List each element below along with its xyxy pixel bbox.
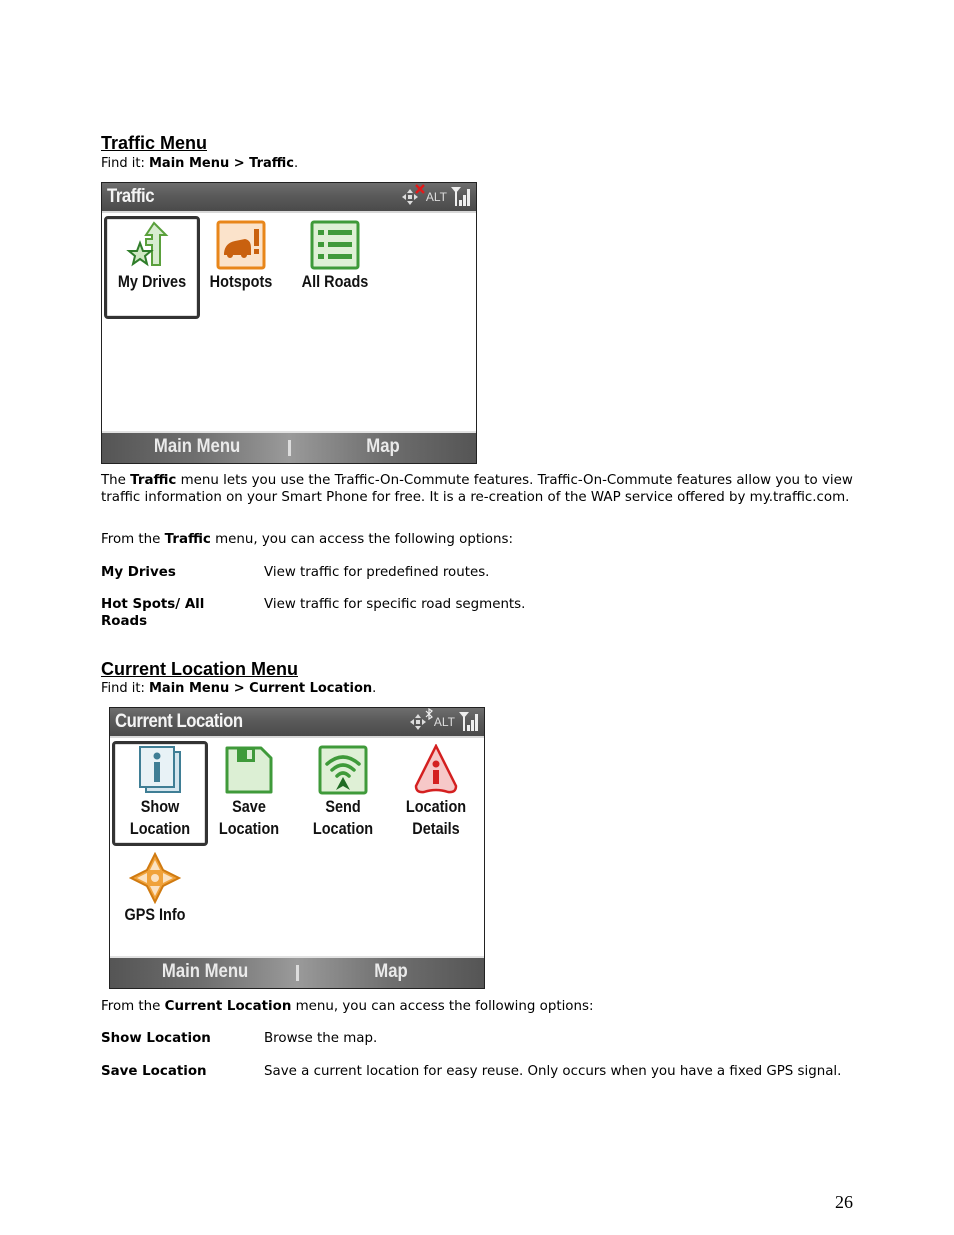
label-line: Location <box>405 797 467 816</box>
tile-location-details[interactable]: Location Details <box>391 743 481 840</box>
traffic-screenshot: Traffic ALT My Drives Hotspots All Roads… <box>101 182 477 464</box>
find-it-suffix: . <box>293 156 299 171</box>
option-description: Browse the map. <box>264 1031 378 1046</box>
text-run-bold: Current Location <box>164 999 292 1014</box>
text-run-bold: Traffic <box>130 473 177 488</box>
location-options-intro: From the Current Location menu, you can … <box>101 998 857 1015</box>
no-gps-x-icon <box>415 184 425 194</box>
move-icon <box>401 184 425 206</box>
save-location-icon <box>223 744 275 796</box>
tile-label: Show Location <box>122 796 199 840</box>
status-bar: ALT <box>401 184 472 210</box>
traffic-find-it: Find it: Main Menu > Traffic. <box>101 156 298 171</box>
tile-hotspots[interactable]: Hotspots <box>196 219 286 293</box>
all-roads-icon <box>309 219 361 271</box>
tile-label: Save Location <box>211 796 288 840</box>
traffic-menu-heading: Traffic Menu <box>101 133 208 153</box>
page-number: 26 <box>835 1192 853 1212</box>
label-line: Location <box>218 819 280 838</box>
hotspots-icon <box>215 219 267 271</box>
signal-icon <box>458 710 480 735</box>
softkey-divider <box>288 440 291 456</box>
tile-my-drives[interactable]: My Drives <box>104 216 200 319</box>
location-details-icon <box>410 743 462 796</box>
text-run: menu, you can access the following optio… <box>291 999 594 1014</box>
softkey-divider <box>296 965 299 981</box>
current-location-screenshot: Current Location ALT Show Location Save Lo… <box>109 707 485 989</box>
tile-send-location[interactable]: Send Location <box>298 744 388 840</box>
text-run: From the <box>101 532 165 547</box>
find-it-suffix: . <box>372 681 377 696</box>
text-run: menu, you can access the following optio… <box>210 532 513 547</box>
option-description: View traffic for specific road segments. <box>264 597 526 612</box>
alt-indicator: ALT <box>425 190 447 204</box>
label-line: Location <box>312 819 374 838</box>
tile-gps-info[interactable]: GPS Info <box>110 851 200 926</box>
text-run: The <box>101 473 131 488</box>
tile-all-roads[interactable]: All Roads <box>290 219 380 293</box>
softkey-main-menu[interactable]: Main Menu <box>154 436 240 458</box>
move-icon <box>409 708 433 731</box>
tile-save-location[interactable]: Save Location <box>204 744 294 840</box>
send-location-icon <box>317 744 369 796</box>
tile-label: All Roads <box>301 272 369 291</box>
screen-title: Traffic <box>107 186 155 207</box>
softkey-map[interactable]: Map <box>366 436 399 458</box>
softkey-main-menu[interactable]: Main Menu <box>162 961 248 983</box>
my-drives-icon <box>126 219 178 271</box>
option-label: Hot Spots/ All Roads <box>101 597 205 629</box>
title-bar: Current Location ALT <box>110 708 484 738</box>
text-run: menu lets you use the Traffic-On-Commute… <box>101 473 853 505</box>
option-label: Show Location <box>101 1031 211 1046</box>
tile-label: Location Details <box>398 796 475 840</box>
find-it-prefix: Find it: <box>101 156 149 171</box>
softkey-bar: Main Menu Map <box>102 431 476 463</box>
find-it-path: Main Menu > Current Location <box>149 681 373 696</box>
tile-show-location[interactable]: Show Location <box>112 741 208 846</box>
title-bar: Traffic ALT <box>102 183 476 213</box>
option-label: My Drives <box>101 565 176 580</box>
signal-icon <box>450 185 472 210</box>
text-run: From the <box>101 999 165 1014</box>
tile-label: Hotspots <box>209 272 273 291</box>
tile-label: GPS Info <box>117 904 194 926</box>
traffic-options-intro: From the Traffic menu, you can access th… <box>101 531 857 548</box>
location-find-it: Find it: Main Menu > Current Location. <box>101 681 376 696</box>
find-it-prefix: Find it: <box>101 681 149 696</box>
label-line: GPS Info <box>124 905 186 924</box>
label-line: Send <box>325 797 361 816</box>
screen-title: Current Location <box>115 711 243 732</box>
gps-info-icon <box>128 851 182 905</box>
label-line: Details <box>412 819 460 838</box>
traffic-description: The Traffic menu lets you use the Traffi… <box>101 472 857 506</box>
bluetooth-icon <box>425 708 433 720</box>
option-description: View traffic for predefined routes. <box>264 565 490 580</box>
show-location-icon <box>134 744 186 796</box>
status-bar: ALT <box>409 708 480 735</box>
softkey-map[interactable]: Map <box>374 961 407 983</box>
softkey-bar: Main Menu Map <box>110 956 484 988</box>
label-line: Save <box>232 797 266 816</box>
label-line: Location <box>129 819 191 838</box>
tile-label: Send Location <box>305 796 382 840</box>
alt-indicator: ALT <box>433 715 455 729</box>
text-run-bold: Traffic <box>164 532 211 547</box>
find-it-path: Main Menu > Traffic <box>149 156 294 171</box>
option-label: Save Location <box>101 1064 207 1079</box>
option-description: Save a current location for easy reuse. … <box>264 1064 842 1079</box>
label-line: Show <box>140 797 180 816</box>
tile-label: My Drives <box>117 272 187 291</box>
current-location-heading: Current Location Menu <box>101 659 298 679</box>
